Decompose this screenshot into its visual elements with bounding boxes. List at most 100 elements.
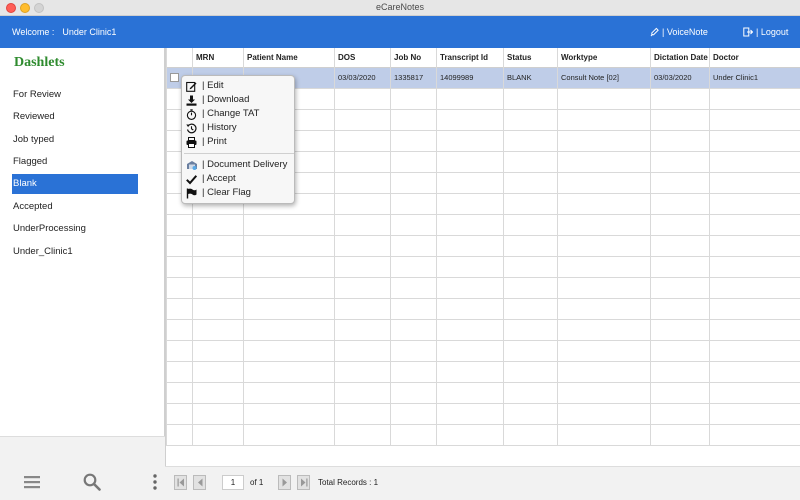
table-row[interactable] bbox=[166, 299, 800, 320]
cell-worktype bbox=[557, 404, 650, 424]
window-title: eCareNotes bbox=[375, 2, 425, 12]
sidebar-item-blank[interactable]: Blank bbox=[12, 174, 138, 194]
table-row[interactable] bbox=[166, 257, 800, 278]
cell-dos: 03/03/2020 bbox=[334, 68, 390, 88]
select-column-header bbox=[166, 48, 192, 68]
first-page-icon bbox=[177, 478, 184, 487]
sidebar-item-under-clinic1[interactable]: Under_Clinic1 bbox=[12, 242, 138, 262]
cell-worktype bbox=[557, 257, 650, 277]
cell-transcript-id bbox=[436, 257, 503, 277]
table-row[interactable] bbox=[166, 383, 800, 404]
sidebar-item-accepted[interactable]: Accepted bbox=[12, 197, 138, 217]
cell-dictation-date bbox=[650, 299, 709, 319]
cell-doctor bbox=[709, 152, 800, 172]
cell-job-no bbox=[390, 383, 436, 403]
cell-patient-name bbox=[243, 215, 334, 235]
last-page-button[interactable] bbox=[297, 475, 310, 490]
menu-item-history-label: | History bbox=[202, 122, 237, 133]
menu-item-document-delivery[interactable]: | Document Delivery bbox=[185, 158, 293, 172]
current-page-input[interactable]: 1 bbox=[222, 475, 244, 490]
row-select-cell bbox=[166, 425, 192, 445]
cell-transcript-id bbox=[436, 425, 503, 445]
menu-icon[interactable] bbox=[22, 472, 42, 492]
column-header-transcript-id[interactable]: Transcript Id bbox=[436, 48, 503, 68]
dashlets-title: Dashlets bbox=[14, 55, 65, 70]
logout-link[interactable]: | Logout bbox=[743, 27, 788, 37]
sidebar-item-job-typed[interactable]: Job typed bbox=[12, 130, 138, 150]
cell-mrn bbox=[192, 425, 243, 445]
cell-transcript-id bbox=[436, 110, 503, 130]
next-page-button[interactable] bbox=[278, 475, 291, 490]
table-row[interactable] bbox=[166, 320, 800, 341]
row-select-cell bbox=[166, 383, 192, 403]
table-row[interactable] bbox=[166, 404, 800, 425]
cell-dos bbox=[334, 425, 390, 445]
more-options-icon[interactable] bbox=[145, 472, 165, 492]
cell-transcript-id bbox=[436, 299, 503, 319]
cell-mrn bbox=[192, 215, 243, 235]
sidebar-item-underprocessing[interactable]: UnderProcessing bbox=[12, 219, 138, 239]
column-header-status[interactable]: Status bbox=[503, 48, 557, 68]
cell-transcript-id bbox=[436, 320, 503, 340]
cell-transcript-id bbox=[436, 236, 503, 256]
cell-status bbox=[503, 110, 557, 130]
cell-dictation-date bbox=[650, 278, 709, 298]
table-row[interactable] bbox=[166, 236, 800, 257]
row-select-cell bbox=[166, 341, 192, 361]
row-select-cell bbox=[166, 320, 192, 340]
row-context-menu: | Edit | Download | Change TAT | History… bbox=[181, 75, 295, 204]
column-header-worktype[interactable]: Worktype bbox=[557, 48, 650, 68]
cell-mrn bbox=[192, 257, 243, 277]
table-row[interactable] bbox=[166, 425, 800, 446]
cell-worktype bbox=[557, 236, 650, 256]
last-page-icon bbox=[300, 478, 307, 487]
column-header-doctor[interactable]: Doctor bbox=[709, 48, 800, 68]
cell-dos bbox=[334, 89, 390, 109]
sidebar-item-for-review[interactable]: For Review bbox=[12, 85, 138, 105]
cell-status bbox=[503, 173, 557, 193]
previous-page-button[interactable] bbox=[193, 475, 206, 490]
menu-item-history[interactable]: | History bbox=[185, 121, 293, 135]
cell-dos bbox=[334, 404, 390, 424]
table-row[interactable] bbox=[166, 215, 800, 236]
sidebar-item-reviewed[interactable]: Reviewed bbox=[12, 107, 138, 127]
cell-status: BLANK bbox=[503, 68, 557, 88]
checkmark-icon bbox=[185, 173, 198, 186]
menu-item-change-tat[interactable]: | Change TAT bbox=[185, 107, 293, 121]
cell-transcript-id bbox=[436, 131, 503, 151]
first-page-button[interactable] bbox=[174, 475, 187, 490]
column-header-dos[interactable]: DOS bbox=[334, 48, 390, 68]
cell-dictation-date bbox=[650, 131, 709, 151]
menu-item-accept[interactable]: | Accept bbox=[185, 172, 293, 186]
edit-icon bbox=[185, 80, 198, 93]
column-header-patient-name[interactable]: Patient Name bbox=[243, 48, 334, 68]
column-header-dictation-date[interactable]: Dictation Date bbox=[650, 48, 709, 68]
cell-dictation-date bbox=[650, 425, 709, 445]
cell-job-no bbox=[390, 425, 436, 445]
previous-page-icon bbox=[197, 478, 202, 487]
cell-dictation-date: 03/03/2020 bbox=[650, 68, 709, 88]
cell-doctor bbox=[709, 341, 800, 361]
column-header-mrn[interactable]: MRN bbox=[192, 48, 243, 68]
menu-item-edit[interactable]: | Edit bbox=[185, 79, 293, 93]
menu-item-download[interactable]: | Download bbox=[185, 93, 293, 107]
cell-job-no bbox=[390, 131, 436, 151]
voicenote-link[interactable]: | VoiceNote bbox=[650, 27, 708, 37]
menu-item-print[interactable]: | Print bbox=[185, 135, 293, 149]
table-row[interactable] bbox=[166, 278, 800, 299]
sidebar-item-flagged[interactable]: Flagged bbox=[12, 152, 138, 172]
cell-status bbox=[503, 236, 557, 256]
row-checkbox[interactable] bbox=[170, 73, 179, 82]
cell-dictation-date bbox=[650, 362, 709, 382]
cell-dictation-date bbox=[650, 320, 709, 340]
column-header-job-no[interactable]: Job No bbox=[390, 48, 436, 68]
cell-dos bbox=[334, 236, 390, 256]
menu-item-clear-flag[interactable]: | Clear Flag bbox=[185, 186, 293, 200]
cell-worktype: Consult Note [02] bbox=[557, 68, 650, 88]
table-row[interactable] bbox=[166, 362, 800, 383]
table-row[interactable] bbox=[166, 341, 800, 362]
cell-status bbox=[503, 278, 557, 298]
cell-dictation-date bbox=[650, 173, 709, 193]
search-icon[interactable] bbox=[82, 472, 102, 492]
logout-label: | Logout bbox=[756, 27, 789, 37]
